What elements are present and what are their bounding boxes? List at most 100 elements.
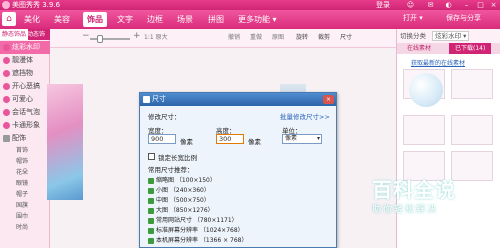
tab-online-materials[interactable]: 在线素材 [401, 43, 437, 54]
sub-item-headwear[interactable]: 帽饰 [0, 156, 50, 167]
preset-medium[interactable]: 中图 （500×750） [148, 196, 298, 206]
preset-bullet-icon [148, 218, 154, 224]
tab-static-accessories[interactable]: 静态饰品 [0, 29, 29, 40]
sub-item-flower[interactable]: 花朵 [0, 167, 50, 178]
sub-item-scarf[interactable]: 围巾 [0, 211, 50, 222]
close-icon[interactable]: × [489, 1, 498, 9]
sidebar-item-label: 卡通形象 [12, 121, 40, 129]
resize-button[interactable]: 尺寸 [340, 33, 352, 43]
zoom-out-icon[interactable]: − [82, 31, 90, 41]
preset-native-screen[interactable]: 本机屏幕分辨率 （1366 × 768） [148, 236, 298, 246]
app-logo-icon [2, 1, 10, 9]
user-icon[interactable]: ☺ [406, 1, 415, 9]
tab-frame[interactable]: 边框 [143, 12, 167, 27]
mail-icon[interactable]: ✉ [426, 1, 435, 9]
sidebar-item-label: 配饰 [12, 134, 26, 142]
menu-bar: ⌂ 美化 美容 饰品 文字 边框 场景 拼图 更多功能 ▾ 打开 ▾ 保存与分享 [0, 10, 500, 29]
sidebar-item-manga[interactable]: 靓漫体 [0, 54, 50, 67]
collapse-icon [3, 135, 10, 142]
tab-more[interactable]: 更多功能 ▾ [234, 12, 281, 27]
tab-text[interactable]: 文字 [113, 12, 137, 27]
preset-bullet-icon [148, 228, 154, 234]
preset-label: 缩略图 （100×150） [156, 177, 216, 184]
funny-icon [3, 83, 10, 90]
save-share-button[interactable]: 保存与分享 [446, 13, 481, 23]
preset-label: 标准屏幕分辨率 （1024×768） [156, 227, 244, 234]
tab-collage[interactable]: 拼图 [204, 12, 228, 27]
cartoon-icon [3, 122, 10, 129]
rotate-button[interactable]: 旋转 [296, 33, 308, 43]
watermark-icon [3, 44, 10, 51]
height-input[interactable]: 300 [216, 134, 244, 144]
left-panel: 静态饰品 动态饰品 炫彩水印 靓漫体 遮挡物 开心恶搞 可爱心 会话气泡 卡通形… [0, 29, 50, 248]
sidebar-item-cartoon[interactable]: 卡通形象 [0, 119, 50, 132]
minimize-icon[interactable]: – [462, 1, 471, 9]
reset-button[interactable]: 原图 [272, 33, 284, 43]
heart-icon [3, 96, 10, 103]
material-thumb[interactable] [403, 115, 445, 145]
tab-face[interactable]: 美容 [50, 12, 74, 27]
home-icon[interactable]: ⌂ [2, 12, 16, 26]
dialog-title: 尺寸 [152, 95, 166, 103]
preset-large[interactable]: 大图 （850×1276） [148, 206, 298, 216]
tab-downloaded[interactable]: 已下载(14) [449, 43, 492, 54]
tab-scene[interactable]: 场景 [173, 12, 197, 27]
dialog-close-button[interactable]: × [323, 95, 334, 104]
sidebar-item-accessory[interactable]: 配饰 [0, 132, 50, 145]
batch-resize-link[interactable]: 批量修改尺寸>> [280, 111, 330, 121]
section-title: 修改尺寸： [148, 113, 181, 121]
bubble-sticker [409, 73, 443, 107]
width-input[interactable]: 900 [148, 134, 176, 144]
sidebar-item-label: 靓漫体 [12, 56, 33, 64]
redo-button[interactable]: 重做 [250, 33, 262, 43]
preset-website[interactable]: 常用网站尺寸 （780×1171） [148, 216, 298, 226]
actual-size-button[interactable]: 1:1 原大 [144, 33, 168, 43]
tab-accessories[interactable]: 饰品 [83, 12, 107, 27]
tab-dynamic-accessories[interactable]: 动态饰品 [25, 29, 50, 49]
sidebar-item-watermark[interactable]: 炫彩水印 [0, 41, 50, 54]
cover-icon [3, 70, 10, 77]
tab-beautify[interactable]: 美化 [20, 12, 44, 27]
material-thumb[interactable] [451, 69, 493, 99]
zoom-slider[interactable] [90, 38, 130, 40]
preset-bullet-icon [148, 178, 154, 184]
preset-thumbnail[interactable]: 缩略图 （100×150） [148, 176, 298, 186]
watermark-subtitle: 助你轻松解决 [372, 205, 439, 215]
skin-icon[interactable]: ◐ [444, 1, 453, 9]
sidebar-item-cover[interactable]: 遮挡物 [0, 67, 50, 80]
unit-select[interactable]: 像素 [282, 134, 322, 144]
category-switch-label: 切换分类 [400, 32, 426, 40]
sidebar-item-bubble[interactable]: 会话气泡 [0, 106, 50, 119]
lock-ratio-checkbox[interactable] [148, 153, 155, 160]
sidebar-item-label: 开心恶搞 [12, 82, 40, 90]
sub-item-glasses[interactable]: 眼镜 [0, 178, 50, 189]
crop-button[interactable]: 裁剪 [318, 33, 330, 43]
preset-small[interactable]: 小图 （240×360） [148, 186, 298, 196]
zoom-slider-handle[interactable] [97, 35, 103, 43]
sub-item-fashion[interactable]: 时尚 [0, 222, 50, 233]
login-link[interactable]: 登录 [376, 0, 390, 10]
material-thumb[interactable] [451, 115, 493, 145]
undo-button[interactable]: 撤销 [228, 33, 240, 43]
sub-item-jewelry[interactable]: 首饰 [0, 145, 50, 156]
dialog-title-bar: 尺寸 × [140, 93, 336, 106]
height-unit: 像素 [248, 138, 261, 146]
width-unit: 像素 [180, 138, 193, 146]
sub-item-flag[interactable]: 国旗 [0, 200, 50, 211]
right-panel: 切换分类 炫彩水印 ▾ 在线素材 已下载(14) 获取最新的在线素材 [396, 29, 500, 248]
resize-dialog: 尺寸 × 修改尺寸： 批量修改尺寸>> 宽度： 900 像素 高度： 300 像… [139, 92, 337, 248]
preset-bullet-icon [148, 238, 154, 244]
get-online-materials-link[interactable]: 获取最新的在线素材 [411, 58, 465, 67]
material-thumb[interactable] [451, 151, 493, 181]
bubble-icon [3, 109, 10, 116]
preset-label: 中图 （500×750） [156, 197, 210, 204]
zoom-in-icon[interactable]: + [133, 31, 141, 41]
sidebar-item-funny[interactable]: 开心恶搞 [0, 80, 50, 93]
sidebar-item-heart[interactable]: 可爱心 [0, 93, 50, 106]
open-button[interactable]: 打开 ▾ [403, 13, 423, 23]
sub-item-hat[interactable]: 帽子 [0, 189, 50, 200]
preset-bullet-icon [148, 188, 154, 194]
maximize-icon[interactable]: □ [476, 1, 485, 9]
category-select[interactable]: 炫彩水印 ▾ [432, 31, 470, 41]
preset-standard-screen[interactable]: 标准屏幕分辨率 （1024×768） [148, 226, 298, 236]
